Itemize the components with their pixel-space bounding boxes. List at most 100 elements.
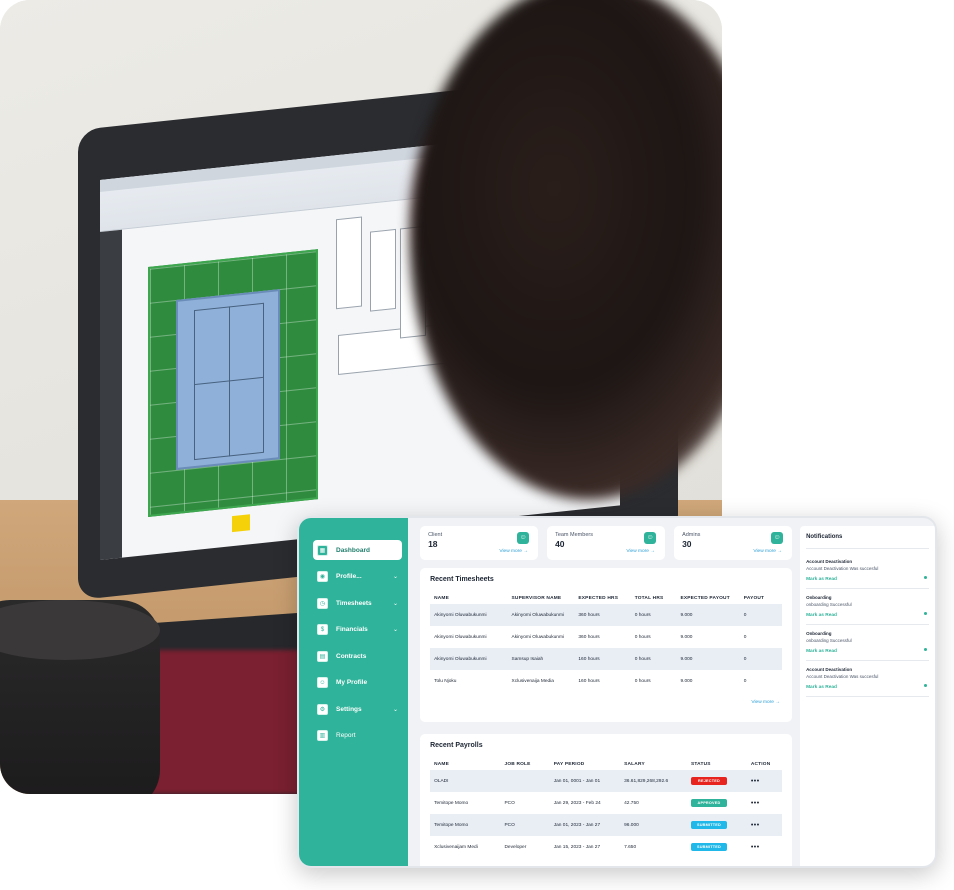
notifications-title: Notifications [806,534,929,549]
tennis-court-visual [148,249,318,517]
sidebar-item-label: Profile... [336,573,362,580]
column-header: PAY PERIOD [553,761,585,767]
user-icon: ☺ [771,532,784,544]
gear-icon: ⚙ [317,703,328,715]
sidebar-item[interactable]: ▦ Dashboard [313,540,403,560]
sidebar-item[interactable]: ⚙ Settings ⌄ [313,699,402,719]
action-cell: ••• [746,770,783,792]
table-row[interactable]: Tolu Njoku Xclusivenaija Media 160 hours 0 … [430,670,782,692]
table-cell: 0 [739,604,783,626]
mark-as-read-link[interactable]: Mark as Read [806,613,929,618]
table-cell: Samsup Isaiah [507,648,575,670]
page: ▦ Dashboard ◉ Profile... ⌄ ◷ Timesheets ⌄ $ Finan… [0,0,954,890]
panel-title: Recent Timesheets [430,576,494,583]
sidebar-item-label: Financials [336,626,368,633]
more-actions-icon[interactable]: ••• [751,822,760,829]
column-header: SALARY [624,761,645,767]
table-cell: PCO [500,814,550,836]
table-cell: 7.650 [624,844,637,850]
table-row[interactable]: Temitope Momo PCO Jan 01, 2023 - Jan 27 96.… [430,814,783,836]
sidebar-item[interactable]: ◷ Timesheets ⌄ [313,593,402,613]
column-header: EXPECTED HRS [578,595,619,601]
sidebar-item-label: Timesheets [336,599,372,607]
table-cell: 9.000 [680,678,693,684]
table-cell: 0 hours [634,634,651,640]
more-actions-icon[interactable]: ••• [751,844,760,851]
notification-title: Account Deactivation [806,667,853,672]
profile-icon: ☺ [317,677,328,688]
add-page-button [232,514,250,533]
table-cell: Akinyomi Oluwabukunmi [507,604,575,626]
user-icon: ◉ [317,571,328,582]
unread-dot-icon [924,576,927,579]
status-cell: SUBMITTED [686,814,747,836]
table-row[interactable]: Temitope Momo PCO Jan 29, 2023 - Feb 24 42.… [430,792,782,814]
column-header: JOB ROLE [504,761,531,767]
table-cell: Akinyomi Oluwabukunmi [430,648,508,670]
sidebar-item[interactable]: ☺ My Profile [313,673,402,693]
table-row[interactable]: Xclusivenaijam Medi Developer Jan 15, 2023… [430,836,782,858]
slicer [370,228,396,312]
table-cell: 0 [739,648,783,670]
table-cell: 0 hours [634,678,651,684]
table-cell: Akinyomi Oluwabukunmi [430,604,508,626]
table-row[interactable]: Akinyomi Oluwabukunmi Akinyomi Oluwabukun… [430,604,783,626]
notification-item: Account Deactivation Account Deactivation… [806,667,929,697]
mark-as-read-link[interactable]: Mark as Read [806,685,929,690]
notification-body: Account Deactivation Was succesful [806,674,879,679]
sidebar: ▦ Dashboard ◉ Profile... ⌄ ◷ Timesheets ⌄ $ Finan… [299,518,409,866]
column-header: TOTAL HRS [634,595,664,601]
view-more-link[interactable]: View more → [626,549,655,554]
column-header: STATUS [690,761,711,767]
column-header: SUPERVISOR NAME [511,595,562,601]
table-cell: Jan 01, 2023 - Jan 27 [549,814,621,836]
sidebar-item[interactable]: ◉ Profile... ⌄ [313,567,402,587]
more-actions-icon[interactable]: ••• [751,778,760,785]
table-cell: 160 hours [574,648,631,670]
table-cell: 9.000 [676,604,740,626]
sidebar-item-label: Settings [336,705,362,713]
notification-title: Onboarding [806,631,832,636]
table-cell: 360 hours [578,634,600,640]
unread-dot-icon [924,612,927,615]
status-badge: SUBMITTED [690,821,727,829]
view-more-link[interactable]: View more → [499,549,528,554]
table-cell: 0 [743,678,747,684]
chevron-down-icon: ⌄ [393,600,399,607]
action-cell: ••• [746,814,783,836]
table-row[interactable]: Akinyomi Oluwabukunmi Samsup Isaiah 160 ho… [430,648,783,670]
view-more-link[interactable]: View more → [753,549,782,554]
column-header: ACTION [750,761,771,767]
chevron-down-icon: ⌄ [393,627,399,633]
chevron-down-icon: ⌄ [393,706,399,713]
stat-name: Client [428,532,443,538]
stat-card: Team Members 40 ☺ View more → [547,526,666,560]
table-cell: 360 hours [574,604,631,626]
timesheets-table: NAME SUPERVISOR NAME EXPECTED HRS TOTAL HRS… [430,592,783,692]
app-left-pane [100,229,122,560]
mark-as-read-link[interactable]: Mark as Read [806,577,929,582]
status-cell: APPROVED [687,792,747,814]
table-cell: Akinyomi Oluwabukunmi [434,634,487,640]
sidebar-item[interactable]: $ Financials ⌄ [313,620,402,640]
table-cell: 160 hours [578,678,600,684]
table-row[interactable]: OLADI Jan 01, 0001 - Jan 01 36.61,829,268,… [430,770,783,792]
user-icon: ☺ [517,532,530,544]
more-actions-icon[interactable]: ••• [751,800,760,807]
unread-dot-icon [924,648,927,651]
sidebar-item[interactable]: ▥ Report [313,726,402,746]
payrolls-table: NAME JOB ROLE PAY PERIOD SALARY STATUS ACTION… [430,758,783,858]
table-cell: Xclusivenaijam Medi [434,844,478,850]
mark-as-read-link[interactable]: Mark as Read [806,649,929,654]
user-icon: ☺ [644,532,657,544]
chart-icon: ▥ [317,730,328,741]
table-cell: 0 hours [630,604,677,626]
sidebar-item[interactable]: ▤ Contracts [313,646,402,666]
status-cell: REJECTED [686,770,747,792]
panel-title: Recent Payrolls [430,742,483,749]
recent-payrolls-panel: Recent Payrolls NAME JOB ROLE PAY PERIOD SA… [420,734,793,866]
view-more-link[interactable]: View more → [430,700,780,705]
sidebar-item-label: Contracts [336,652,367,660]
table-cell: Jan 29, 2023 - Feb 24 [553,800,601,806]
table-row[interactable]: Akinyomi Oluwabukunmi Akinyomi Oluwabukun… [430,626,782,648]
